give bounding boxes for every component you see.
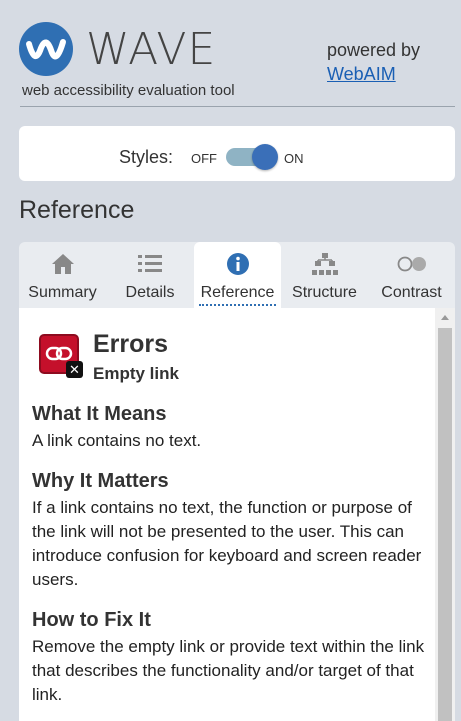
styles-toggle-panel: Styles: OFF ON [19, 126, 455, 181]
tab-label: Structure [292, 284, 357, 301]
error-category: Errors [93, 330, 169, 358]
page-title: Reference [19, 196, 135, 224]
tagline: web accessibility evaluation tool [22, 82, 235, 99]
tab-reference[interactable]: Reference [194, 242, 281, 308]
header: WAVE web accessibility evaluation tool p… [0, 0, 461, 108]
divider [20, 106, 455, 107]
tab-bar: Summary Details Reference Structure Cont… [19, 242, 455, 308]
tab-details[interactable]: Details [106, 242, 194, 308]
off-label: OFF [191, 151, 217, 166]
tab-label: Reference [199, 284, 276, 306]
list-icon [106, 252, 194, 276]
tab-contrast[interactable]: Contrast [368, 242, 455, 308]
on-label: ON [284, 151, 304, 166]
wave-logo-icon [19, 22, 73, 76]
error-item-name: Empty link [93, 364, 179, 383]
app-title: WAVE [86, 24, 217, 75]
what-it-means-text: A link contains no text. [32, 431, 202, 450]
powered-by-text: powered by [327, 40, 421, 60]
tab-label: Contrast [381, 284, 442, 301]
error-x-icon: ✕ [66, 361, 83, 378]
styles-toggle-knob[interactable] [252, 144, 278, 170]
contrast-icon [368, 252, 455, 276]
what-it-means-heading: What It Means [32, 403, 167, 425]
scrollbar-thumb[interactable] [438, 328, 452, 721]
tab-label: Summary [28, 284, 97, 301]
tab-label: Details [125, 284, 175, 301]
info-icon [194, 252, 281, 276]
why-it-matters-text: If a link contains no text, the function… [32, 498, 422, 589]
how-to-fix-heading: How to Fix It [32, 609, 151, 631]
tab-structure[interactable]: Structure [281, 242, 368, 308]
hierarchy-icon [281, 252, 368, 276]
webaim-link[interactable]: WebAIM [327, 64, 396, 85]
styles-label: Styles: [119, 147, 174, 167]
how-to-fix-text: Remove the empty link or provide text wi… [32, 637, 425, 704]
why-it-matters-heading: Why It Matters [32, 470, 169, 492]
scroll-up-arrow-icon[interactable] [441, 315, 449, 320]
home-icon [19, 252, 106, 276]
tab-summary[interactable]: Summary [19, 242, 106, 308]
vertical-scrollbar[interactable] [435, 308, 455, 721]
